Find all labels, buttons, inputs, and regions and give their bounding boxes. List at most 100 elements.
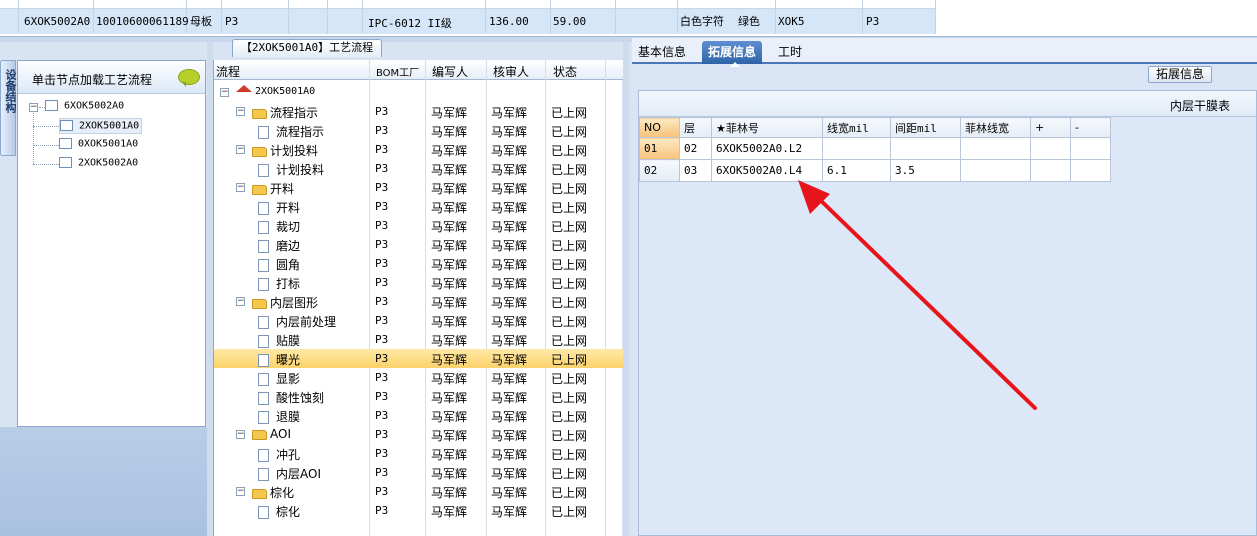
process-step-row[interactable]: 圆角 P3 马军辉 马军辉 已上网: [214, 254, 623, 273]
vertical-splitter-right[interactable]: [623, 42, 629, 536]
col-layer[interactable]: 层: [679, 117, 712, 138]
collapse-icon[interactable]: −: [236, 183, 245, 192]
process-group-row[interactable]: − 棕化 P3 马军辉 马军辉 已上网: [214, 482, 623, 501]
col-header-flow[interactable]: 流程: [216, 63, 240, 80]
col-header-reviewer[interactable]: 核审人: [493, 63, 529, 80]
col-header-status[interactable]: 状态: [553, 63, 577, 80]
process-label: 棕化: [258, 503, 300, 520]
process-reviewer: 马军辉: [491, 467, 528, 481]
cell-spacing[interactable]: [890, 137, 961, 160]
cell-film-no[interactable]: 6XOK5002A0.L2: [711, 137, 823, 160]
col-film-no[interactable]: ★菲林号: [711, 117, 823, 138]
col-film-line-width[interactable]: 菲林线宽: [960, 117, 1031, 138]
process-label: 流程指示: [258, 123, 324, 140]
col-line-width[interactable]: 线宽mil: [822, 117, 891, 138]
collapse-icon[interactable]: −: [236, 107, 245, 116]
tab-ext-info[interactable]: 拓展信息: [702, 41, 763, 67]
tree-row-root[interactable]: − 2XOK5001A0: [214, 83, 623, 102]
cell-spacing[interactable]: 3.5: [890, 159, 961, 182]
cell-add[interactable]: [1030, 137, 1071, 160]
collapse-icon[interactable]: −: [236, 145, 245, 154]
process-step-row[interactable]: 冲孔 P3 马军辉 马军辉 已上网: [214, 444, 623, 463]
col-spacing[interactable]: 间距mil: [890, 117, 961, 138]
cell-film-no[interactable]: 6XOK5002A0.L4: [711, 159, 823, 182]
process-step-row[interactable]: 裁切 P3 马军辉 马军辉 已上网: [214, 216, 623, 235]
col-no[interactable]: NO: [639, 117, 680, 138]
collapse-icon[interactable]: −: [236, 297, 245, 306]
process-name: 棕化: [270, 486, 295, 500]
process-step-row[interactable]: 酸性蚀刻 P3 马军辉 马军辉 已上网: [214, 387, 623, 406]
speech-bubble-icon: [178, 69, 200, 87]
process-label: 冲孔: [258, 446, 300, 463]
cell-length: 136.00: [489, 15, 529, 28]
process-label: 磨边: [258, 237, 300, 254]
collapse-icon[interactable]: −: [236, 430, 245, 439]
remove-row-button[interactable]: -: [1070, 117, 1111, 138]
cell-remove[interactable]: [1070, 137, 1111, 160]
collapse-icon[interactable]: −: [236, 487, 245, 496]
tree-node-selected[interactable]: 2XOK5001A0: [59, 118, 143, 134]
process-status: 已上网: [551, 125, 588, 139]
process-group-row[interactable]: − 计划投料 P3 马军辉 马军辉 已上网: [214, 140, 623, 159]
process-name: 曝光: [276, 353, 301, 367]
cell-line-width[interactable]: [822, 137, 891, 160]
tab-labor-hours[interactable]: 工时: [772, 41, 808, 64]
process-group-row[interactable]: − AOI P3 马军辉 马军辉 已上网: [214, 425, 623, 444]
ext-info-button[interactable]: 拓展信息: [1148, 66, 1212, 83]
process-bom: P3: [375, 124, 389, 137]
process-status: 已上网: [551, 239, 588, 253]
tab-basic-info[interactable]: 基本信息: [632, 41, 692, 64]
process-writer: 马军辉: [431, 201, 468, 215]
process-name: 开料: [276, 201, 301, 215]
collapse-icon[interactable]: −: [29, 103, 38, 112]
process-step-row[interactable]: 内层前处理 P3 马军辉 马军辉 已上网: [214, 311, 623, 330]
process-step-row[interactable]: 开料 P3 马军辉 马军辉 已上网: [214, 197, 623, 216]
process-bom: P3: [375, 428, 389, 441]
cell-layer[interactable]: 02: [679, 137, 712, 160]
process-label: 退膜: [258, 408, 300, 425]
process-step-row[interactable]: 贴膜 P3 马军辉 马军辉 已上网: [214, 330, 623, 349]
process-reviewer: 马军辉: [491, 372, 528, 386]
table-header-row: NO 层 ★菲林号 线宽mil 间距mil 菲林线宽 + -: [639, 117, 1111, 138]
process-label: 曝光: [258, 351, 300, 368]
table-row[interactable]: 01 02 6XOK5002A0.L2: [639, 137, 1111, 160]
process-step-row[interactable]: 打标 P3 马军辉 马军辉 已上网: [214, 273, 623, 292]
tree-node[interactable]: 2XOK5002A0: [59, 157, 138, 169]
process-reviewer: 马军辉: [491, 220, 528, 234]
process-group-row[interactable]: − 内层图形 P3 马军辉 马军辉 已上网: [214, 292, 623, 311]
process-step-row[interactable]: 曝光 P3 马军辉 马军辉 已上网: [214, 349, 623, 368]
process-writer: 马军辉: [431, 258, 468, 272]
process-step-row[interactable]: 流程指示 P3 马军辉 马军辉 已上网: [214, 121, 623, 140]
process-reviewer: 马军辉: [491, 144, 528, 158]
table-row[interactable]: 02 03 6XOK5002A0.L4 6.1 3.5: [639, 159, 1111, 182]
cell-film-line-width[interactable]: [960, 159, 1031, 182]
process-writer: 马军辉: [431, 391, 468, 405]
col-header-bom[interactable]: BOM工厂: [376, 64, 419, 79]
process-group-row[interactable]: − 开料 P3 马军辉 马军辉 已上网: [214, 178, 623, 197]
process-step-row[interactable]: 棕化 P3 马军辉 马军辉 已上网: [214, 501, 623, 520]
process-reviewer: 马军辉: [491, 201, 528, 215]
add-row-button[interactable]: +: [1030, 117, 1071, 138]
process-step-row[interactable]: 退膜 P3 马军辉 马军辉 已上网: [214, 406, 623, 425]
cell-remove[interactable]: [1070, 159, 1111, 182]
process-step-row[interactable]: 内层AOI P3 马军辉 马军辉 已上网: [214, 463, 623, 482]
cell-add[interactable]: [1030, 159, 1071, 182]
tree-node-root[interactable]: 6XOK5002A0: [45, 100, 124, 112]
process-label: 内层前处理: [258, 313, 336, 330]
process-bom: P3: [375, 390, 389, 403]
cell-line-width[interactable]: 6.1: [822, 159, 891, 182]
process-group-row[interactable]: − 流程指示 P3 马军辉 马军辉 已上网: [214, 102, 623, 121]
tree-node[interactable]: 0XOK5001A0: [59, 138, 138, 150]
process-step-row[interactable]: 显影 P3 马军辉 马军辉 已上网: [214, 368, 623, 387]
cell-film-line-width[interactable]: [960, 137, 1031, 160]
process-step-row[interactable]: 计划投料 P3 马军辉 马军辉 已上网: [214, 159, 623, 178]
page-icon: [258, 316, 269, 329]
side-tab-label: 设备结构: [4, 69, 17, 113]
collapse-icon[interactable]: −: [220, 88, 229, 97]
cell-layer[interactable]: 03: [679, 159, 712, 182]
process-step-row[interactable]: 磨边 P3 马军辉 马军辉 已上网: [214, 235, 623, 254]
col-header-writer[interactable]: 编写人: [432, 63, 468, 80]
document-icon: [59, 138, 72, 149]
process-status: 已上网: [551, 429, 588, 443]
side-tab-structure[interactable]: 设备结构: [0, 60, 17, 156]
